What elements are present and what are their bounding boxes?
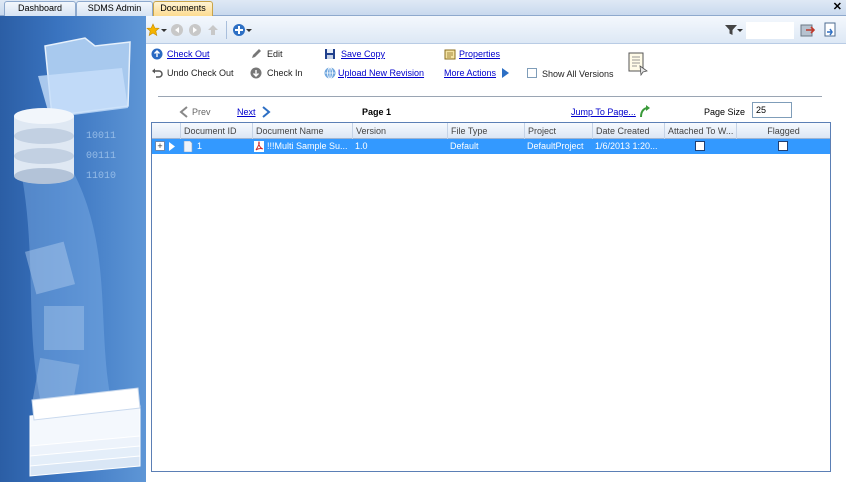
grid-header: Document ID Document Name Version File T… — [152, 123, 830, 139]
column-header-date-created[interactable]: Date Created — [592, 123, 664, 139]
attached-checkbox[interactable] — [695, 141, 705, 151]
page-size-input[interactable]: 25 — [752, 102, 792, 118]
check-out-link[interactable]: Check Out — [167, 49, 210, 59]
folder-icon — [38, 37, 131, 118]
play-arrow-icon[interactable] — [501, 68, 510, 78]
column-header-attached[interactable]: Attached To W... — [664, 123, 736, 139]
binary-line: 11010 — [86, 171, 116, 182]
more-actions-link[interactable]: More Actions — [444, 68, 496, 78]
edit-label[interactable]: Edit — [267, 49, 283, 59]
undo-check-out-label[interactable]: Undo Check Out — [167, 68, 234, 78]
filter-icon[interactable] — [724, 23, 738, 37]
documents-view: Check Out Undo Check Out Edit Check In S… — [146, 16, 846, 484]
column-header-file-type[interactable]: File Type — [447, 123, 524, 139]
pencil-icon — [252, 49, 261, 58]
column-header-document-id[interactable]: Document ID — [180, 123, 252, 139]
check-out-icon — [151, 48, 163, 60]
check-in-icon — [250, 67, 262, 79]
toolbar-separator — [226, 21, 227, 39]
properties-link[interactable]: Properties — [459, 49, 500, 59]
column-header-document-name[interactable]: Document Name — [252, 123, 352, 139]
show-all-versions-label[interactable]: Show All Versions — [542, 69, 614, 79]
row-selector-icon — [169, 142, 175, 151]
show-all-versions-checkbox[interactable] — [527, 68, 537, 78]
column-header-flagged[interactable]: Flagged — [736, 123, 830, 139]
import-icon[interactable] — [822, 22, 838, 38]
column-header-project[interactable]: Project — [524, 123, 592, 139]
tab-documents[interactable]: Documents — [153, 1, 213, 17]
cell-file-type: Default — [450, 141, 479, 151]
chevron-down-icon[interactable] — [246, 23, 252, 37]
table-row[interactable]: + 1 !!!Multi Sample Su... 1.0 Default De… — [152, 139, 830, 154]
upload-new-revision-link[interactable]: Upload New Revision — [338, 68, 424, 78]
flagged-checkbox[interactable] — [778, 141, 788, 151]
properties-icon — [444, 49, 456, 60]
document-list-icon[interactable] — [627, 52, 649, 76]
save-icon — [325, 49, 335, 59]
next-button[interactable]: Next — [237, 107, 256, 117]
tab-sdms-admin[interactable]: SDMS Admin — [76, 1, 153, 16]
page-indicator: Page 1 — [362, 107, 392, 117]
jump-arrow-icon[interactable] — [639, 105, 651, 118]
cell-date-created: 1/6/2013 1:20... — [595, 141, 658, 151]
cell-version: 1.0 — [355, 141, 368, 151]
binary-line: 00111 — [86, 151, 116, 162]
divider — [158, 96, 822, 97]
binary-line: 10011 — [86, 131, 116, 142]
check-in-label[interactable]: Check In — [267, 68, 303, 78]
toolbar — [146, 16, 846, 44]
prev-arrow-icon[interactable] — [178, 106, 190, 118]
chevron-down-icon[interactable] — [737, 23, 743, 37]
database-icon — [14, 108, 74, 184]
close-icon[interactable]: ✕ — [833, 1, 842, 13]
paper-stack-icon — [29, 387, 141, 477]
chevron-down-icon[interactable] — [161, 23, 167, 37]
page-size-label: Page Size — [704, 107, 746, 117]
filter-input[interactable] — [746, 22, 794, 39]
up-icon[interactable] — [206, 23, 220, 37]
next-arrow-icon[interactable] — [260, 106, 272, 118]
column-header-version[interactable]: Version — [352, 123, 447, 139]
document-management-illustration: 10011 00111 11010 — [14, 37, 141, 477]
save-copy-link[interactable]: Save Copy — [341, 49, 385, 59]
expand-row-icon[interactable]: + — [155, 141, 165, 151]
upload-globe-icon — [324, 67, 336, 79]
tab-strip: Dashboard SDMS Admin Documents ✕ — [0, 0, 846, 17]
tab-dashboard[interactable]: Dashboard — [4, 1, 76, 16]
favorites-star-icon[interactable] — [146, 23, 160, 37]
cell-document-id: 1 — [197, 141, 203, 151]
add-icon[interactable] — [232, 23, 246, 37]
undo-icon — [152, 68, 163, 78]
documents-grid: Document ID Document Name Version File T… — [151, 122, 831, 472]
jump-to-page-link[interactable]: Jump To Page... — [571, 107, 636, 117]
back-icon[interactable] — [170, 23, 184, 37]
left-decorative-panel: 10011 00111 11010 — [0, 16, 146, 482]
forward-icon[interactable] — [188, 23, 202, 37]
export-icon[interactable] — [800, 22, 816, 38]
prev-button[interactable]: Prev — [192, 107, 211, 117]
pdf-icon — [254, 141, 264, 152]
document-icon — [183, 141, 193, 152]
cell-document-name: !!!Multi Sample Su... — [267, 141, 348, 151]
cell-project: DefaultProject — [527, 141, 584, 151]
